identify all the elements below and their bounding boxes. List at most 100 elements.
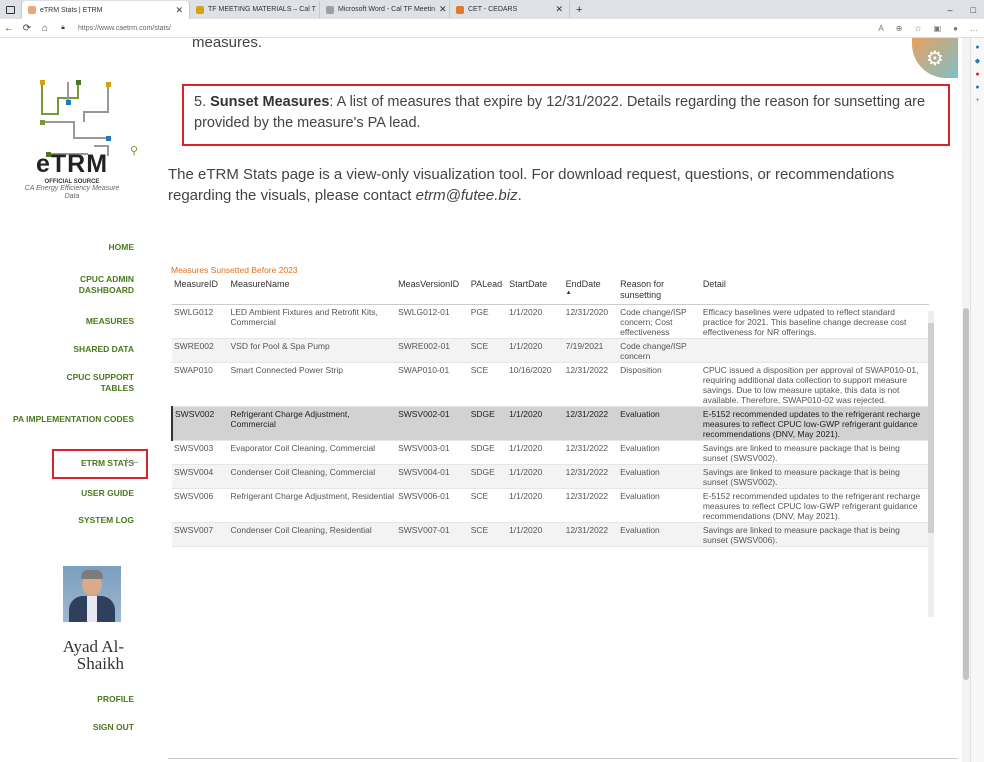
table-cell: SWSV003-01 [396, 440, 469, 465]
column-header[interactable]: EndDate ▲ [563, 276, 619, 305]
table-cell: SWSV006 [172, 488, 229, 523]
item-number: 5. [194, 94, 207, 110]
browser-tab[interactable]: CET - CEDARS ✕ [450, 1, 570, 18]
maximize-icon[interactable]: □ [971, 5, 976, 15]
table-cell: Evaluation [618, 522, 701, 547]
sidebar: ⚲ eTRM OFFICIAL SOURCE CA Energy Efficie… [0, 38, 148, 762]
page-scrollbar-thumb[interactable] [963, 308, 969, 680]
tab-actions-menu[interactable] [0, 1, 22, 18]
table-cell: SWSV004 [172, 464, 229, 489]
table-cell: Evaluation [618, 440, 701, 465]
brand-tagline: CA Energy Efficiency Measure Data [24, 185, 120, 200]
nav-profile[interactable]: PROFILE [97, 694, 134, 705]
table-cell: SCE [468, 362, 508, 407]
minimize-icon[interactable]: – [948, 5, 953, 15]
column-header[interactable]: MeasVersionID [396, 276, 469, 305]
zoom-icon[interactable]: ⊕ [896, 24, 903, 33]
intro-paragraph: The eTRM Stats page is a view-only visua… [168, 164, 948, 206]
browser-tab[interactable]: eTRM Stats | ETRM ✕ [22, 1, 190, 19]
table-cell: E-5152 recommended updates to the refrig… [700, 488, 929, 523]
table-cell: 1/1/2020 [507, 406, 564, 441]
page-scrollbar[interactable] [962, 38, 970, 762]
column-header[interactable]: Reason for sunsetting [618, 276, 701, 305]
column-header[interactable]: StartDate [507, 276, 564, 305]
table-cell: Code change/ISP concern; Cost effectiven… [618, 304, 701, 339]
table-scrollbar[interactable] [928, 311, 934, 617]
table-cell: 1/1/2020 [507, 440, 564, 465]
edge-shopping-icon[interactable]: ◆ [971, 57, 984, 65]
nav-cpuc-admin-dashboard[interactable]: CPUC ADMIN DASHBOARD [58, 274, 134, 296]
back-icon[interactable]: ← [0, 23, 18, 34]
active-nav-indicator-tick [126, 458, 127, 467]
table-cell: SWSV007 [172, 522, 229, 547]
table-row[interactable]: SWLG012 LED Ambient Fixtures and Retrofit… [172, 304, 929, 339]
sort-ascending-icon[interactable]: ▲ [566, 290, 617, 296]
browser-tab[interactable]: TF MEETING MATERIALS – Cal T✕ [190, 1, 320, 18]
column-header-label: Detail [702, 279, 726, 289]
table-scrollbar-thumb[interactable] [928, 323, 934, 533]
nav-home[interactable]: HOME [109, 242, 135, 253]
table-row[interactable]: SWSV004 Condenser Coil Cleaning, Commerci… [172, 464, 929, 489]
table-row[interactable]: SWRE002 VSD for Pool & Spa Pump SWRE002-01… [172, 338, 929, 363]
table-cell: 1/1/2020 [507, 338, 564, 363]
browser-tab[interactable]: Microsoft Word - Cal TF Meetin ✕ [320, 1, 450, 18]
table-cell: SWLG012-01 [396, 304, 469, 339]
table-cell: SWSV004-01 [396, 464, 469, 489]
url-input[interactable]: https://www.caetrm.com/stats/ [78, 25, 171, 32]
table-cell: SWAP010 [172, 362, 229, 407]
edge-add-icon[interactable]: + [971, 97, 984, 104]
nav-system-log[interactable]: SYSTEM LOG [78, 515, 134, 526]
nav-shared-data[interactable]: SHARED DATA [73, 344, 134, 355]
column-header[interactable]: MeasureID [172, 276, 229, 305]
table-cell: 12/31/2020 [563, 304, 619, 339]
more-icon[interactable]: … [970, 24, 978, 33]
edge-tools-icon[interactable]: ● [971, 71, 984, 78]
table-cell: SCE [468, 488, 508, 523]
edge-search-icon[interactable]: ● [971, 44, 984, 51]
column-header[interactable]: PALead [468, 276, 508, 305]
table-cell: SWRE002 [172, 338, 229, 363]
column-header-label: EndDate [565, 279, 601, 289]
table-row[interactable]: SWSV002 Refrigerant Charge Adjustment, Co… [171, 406, 929, 441]
intro-text: The eTRM Stats page is a view-only visua… [168, 166, 895, 204]
profile-icon[interactable]: ● [953, 24, 958, 33]
home-icon[interactable]: ⌂ [36, 23, 54, 34]
avatar[interactable] [63, 566, 121, 622]
nav-cpuc-support-tables[interactable]: CPUC SUPPORT TABLES [44, 372, 134, 394]
table-cell: SDGE [468, 440, 508, 465]
nav-pa-implementation-codes[interactable]: PA IMPLEMENTATION CODES [4, 414, 134, 425]
avatar-hair [81, 570, 103, 579]
table-cell: Evaluation [618, 464, 701, 489]
column-header[interactable]: Detail [700, 276, 929, 305]
table-cell: SWLG012 [172, 304, 229, 339]
table-cell: Smart Connected Power Strip [228, 362, 397, 407]
close-tab-icon[interactable]: ✕ [175, 5, 183, 16]
intro-end: . [517, 187, 522, 204]
edge-sidebar: ● ◆ ● ● + [970, 38, 984, 762]
nav-sign-out[interactable]: SIGN OUT [93, 722, 134, 733]
refresh-icon[interactable]: ⟳ [18, 23, 36, 34]
table-cell: Condenser Coil Cleaning, Commercial [228, 464, 397, 489]
window-controls: – □ [948, 5, 984, 15]
new-tab-button[interactable]: + [570, 1, 588, 18]
search-icon[interactable]: ⚲ [130, 144, 138, 157]
edge-outlook-icon[interactable]: ● [971, 84, 984, 91]
column-header[interactable]: MeasureName [228, 276, 397, 305]
close-tab-icon[interactable]: ✕ [439, 4, 447, 15]
column-header-label: MeasureID [174, 279, 219, 289]
table-cell: SWSV002 [171, 406, 229, 441]
table-cell: SDGE [468, 464, 508, 489]
table-row[interactable]: SWSV003 Evaporator Coil Cleaning, Commerc… [172, 440, 929, 465]
nav-measures[interactable]: MEASURES [86, 316, 134, 327]
nav-user-guide[interactable]: USER GUIDE [81, 488, 134, 499]
collections-icon[interactable]: ▣ [934, 24, 942, 33]
table-row[interactable]: SWSV006 Refrigerant Charge Adjustment, Re… [172, 488, 929, 523]
favorites-icon[interactable]: ☆ [914, 24, 921, 33]
contact-email-link[interactable]: etrm@futee.biz [416, 187, 518, 204]
table-row[interactable]: SWAP010 Smart Connected Power Strip SWAP01… [172, 362, 929, 407]
table-cell: 1/1/2020 [507, 522, 564, 547]
close-tab-icon[interactable]: ✕ [555, 4, 563, 15]
read-aloud-icon[interactable]: A [878, 24, 883, 33]
table-row[interactable]: SWSV007 Condenser Coil Cleaning, Resident… [172, 522, 929, 547]
gear-icon[interactable]: ⚙ [912, 38, 958, 78]
